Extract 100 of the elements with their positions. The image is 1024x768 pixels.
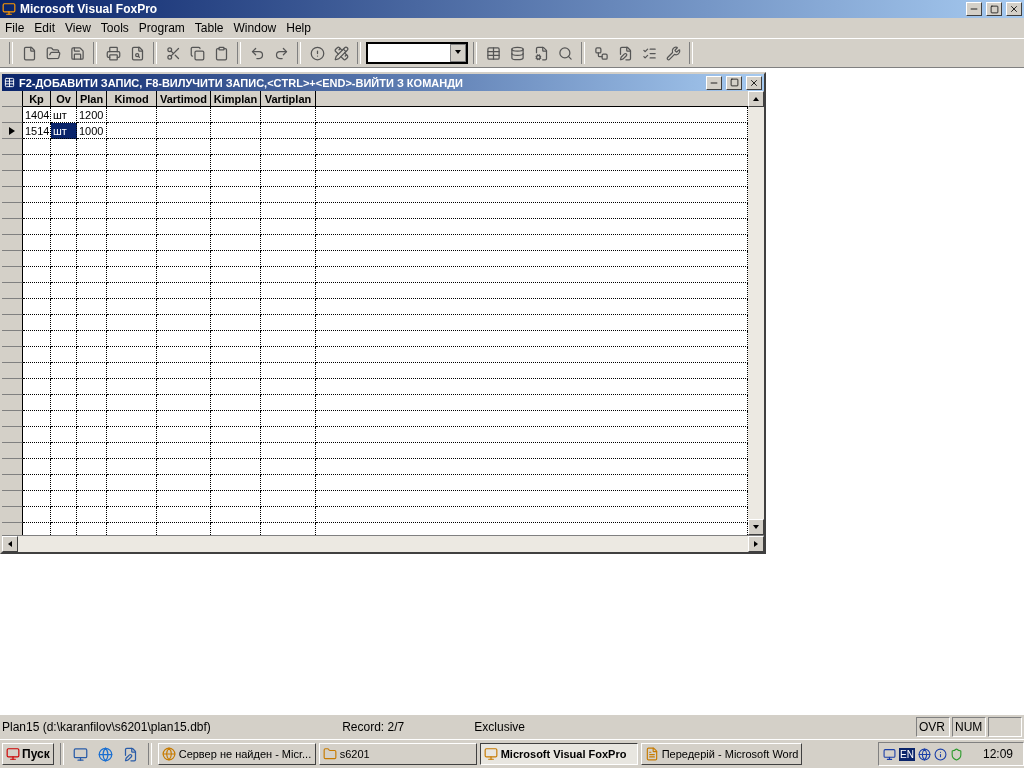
- table-cell[interactable]: [107, 427, 157, 443]
- combo-box[interactable]: [366, 42, 468, 64]
- table-cell[interactable]: [157, 507, 211, 523]
- taskbar-button[interactable]: Передерій - Microsoft Word: [640, 743, 803, 765]
- row-indicator[interactable]: [2, 427, 23, 443]
- table-cell[interactable]: [211, 299, 261, 315]
- table-cell[interactable]: [316, 475, 748, 491]
- table-cell[interactable]: [107, 459, 157, 475]
- table-cell[interactable]: [211, 155, 261, 171]
- table-cell[interactable]: [77, 475, 107, 491]
- column-header[interactable]: Kimod: [107, 91, 157, 107]
- table-cell[interactable]: [77, 459, 107, 475]
- table-cell[interactable]: [157, 187, 211, 203]
- table-cell[interactable]: [23, 139, 51, 155]
- table-cell[interactable]: [51, 267, 77, 283]
- table-cell[interactable]: [316, 123, 748, 139]
- table-cell[interactable]: [211, 267, 261, 283]
- table-cell[interactable]: [211, 251, 261, 267]
- table-cell[interactable]: [211, 475, 261, 491]
- table-cell[interactable]: [211, 459, 261, 475]
- table-cell[interactable]: [261, 155, 316, 171]
- table-cell[interactable]: [211, 315, 261, 331]
- restore-button[interactable]: [986, 2, 1002, 16]
- table-cell[interactable]: [107, 475, 157, 491]
- table-cell[interactable]: [316, 331, 748, 347]
- table-cell[interactable]: [23, 315, 51, 331]
- table-cell[interactable]: [157, 155, 211, 171]
- row-indicator[interactable]: [2, 235, 23, 251]
- table-cell[interactable]: [157, 491, 211, 507]
- table-cell[interactable]: [316, 171, 748, 187]
- table-cell[interactable]: [157, 475, 211, 491]
- table-cell[interactable]: [23, 283, 51, 299]
- table-cell[interactable]: [23, 251, 51, 267]
- table-cell[interactable]: [51, 475, 77, 491]
- table-cell[interactable]: [211, 331, 261, 347]
- table-cell[interactable]: [107, 251, 157, 267]
- column-header[interactable]: Vartiplan: [261, 91, 316, 107]
- table-cell[interactable]: [261, 203, 316, 219]
- table-cell[interactable]: [23, 427, 51, 443]
- table-cell[interactable]: [316, 235, 748, 251]
- table-cell[interactable]: [107, 363, 157, 379]
- table-cell[interactable]: [107, 155, 157, 171]
- row-indicator[interactable]: [2, 283, 23, 299]
- table-cell[interactable]: [211, 395, 261, 411]
- table-cell[interactable]: [261, 363, 316, 379]
- table-cell[interactable]: [23, 203, 51, 219]
- table-cell[interactable]: [157, 203, 211, 219]
- table-cell[interactable]: [157, 379, 211, 395]
- table-cell[interactable]: [23, 363, 51, 379]
- table-cell[interactable]: [51, 187, 77, 203]
- table-cell[interactable]: [107, 347, 157, 363]
- close-button[interactable]: [746, 75, 762, 90]
- row-indicator[interactable]: [2, 187, 23, 203]
- table-cell[interactable]: [51, 315, 77, 331]
- taskbar-button[interactable]: Microsoft Visual FoxPro: [479, 743, 638, 765]
- table-cell[interactable]: [77, 395, 107, 411]
- table-cell[interactable]: [23, 219, 51, 235]
- table-cell[interactable]: [77, 443, 107, 459]
- table-cell[interactable]: [261, 187, 316, 203]
- table-cell[interactable]: [77, 251, 107, 267]
- table-cell[interactable]: [316, 139, 748, 155]
- table-cell[interactable]: [107, 315, 157, 331]
- table-cell[interactable]: [107, 395, 157, 411]
- table-cell[interactable]: 1404: [23, 107, 51, 123]
- table-cell[interactable]: [107, 299, 157, 315]
- table-cell[interactable]: [107, 107, 157, 123]
- table-cell[interactable]: [51, 379, 77, 395]
- table-cell[interactable]: [261, 219, 316, 235]
- table-cell[interactable]: [261, 475, 316, 491]
- table-cell[interactable]: [157, 427, 211, 443]
- table-cell[interactable]: [261, 331, 316, 347]
- row-indicator[interactable]: [2, 331, 23, 347]
- menu-item[interactable]: Table: [189, 21, 229, 35]
- table-cell[interactable]: [261, 507, 316, 523]
- table-cell[interactable]: [51, 331, 77, 347]
- table-cell[interactable]: [316, 491, 748, 507]
- table-cell[interactable]: [51, 219, 77, 235]
- row-indicator[interactable]: [2, 523, 23, 535]
- table-cell[interactable]: [316, 395, 748, 411]
- column-header[interactable]: Ov: [51, 91, 77, 107]
- table-cell[interactable]: [77, 283, 107, 299]
- table-cell[interactable]: [77, 139, 107, 155]
- table-cell[interactable]: [23, 299, 51, 315]
- table-cell[interactable]: [316, 203, 748, 219]
- table-cell[interactable]: [77, 331, 107, 347]
- row-indicator[interactable]: [2, 219, 23, 235]
- table-cell[interactable]: [157, 395, 211, 411]
- table-cell[interactable]: 1200: [77, 107, 107, 123]
- horizontal-scrollbar[interactable]: [2, 535, 764, 552]
- menu-item[interactable]: View: [60, 21, 96, 35]
- table-cell[interactable]: [23, 235, 51, 251]
- table-cell[interactable]: [23, 395, 51, 411]
- table-cell[interactable]: [23, 171, 51, 187]
- table-cell[interactable]: [261, 139, 316, 155]
- table-cell[interactable]: [211, 171, 261, 187]
- table-cell[interactable]: [316, 219, 748, 235]
- table-cell[interactable]: [157, 123, 211, 139]
- table-cell[interactable]: [261, 267, 316, 283]
- menu-item[interactable]: Help: [281, 21, 316, 35]
- taskbar-button[interactable]: s6201: [318, 743, 477, 765]
